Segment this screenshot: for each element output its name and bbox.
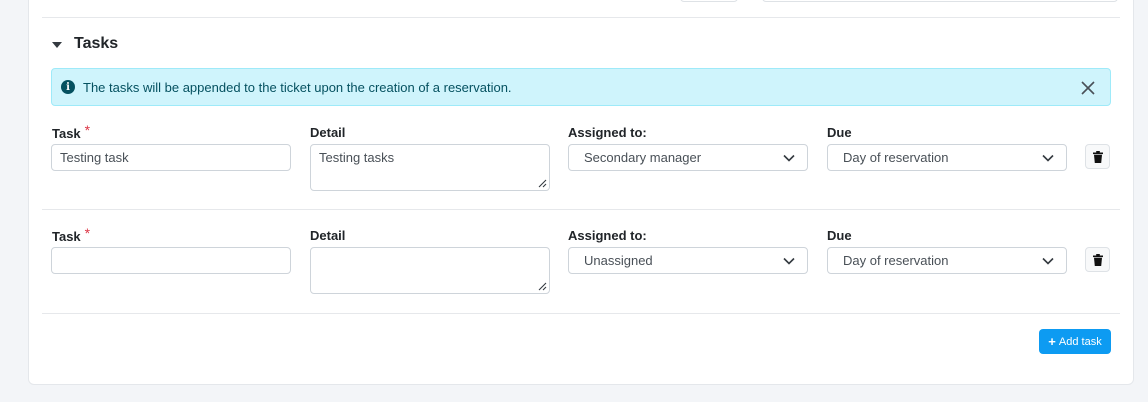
caret-down-icon [52, 41, 62, 48]
due-select[interactable]: Day of reservation [827, 144, 1067, 171]
delete-task-button[interactable] [1085, 247, 1110, 272]
resize-handle-icon[interactable] [538, 179, 547, 188]
divider [42, 17, 1120, 18]
info-icon: i [61, 80, 75, 94]
chevron-down-icon [783, 257, 795, 265]
detail-textarea[interactable]: Testing tasks [310, 144, 550, 191]
tasks-section-toggle[interactable]: Tasks [52, 34, 118, 54]
divider [42, 209, 1120, 210]
plus-icon: + [1048, 334, 1056, 349]
resize-handle-icon[interactable] [538, 282, 547, 291]
due-label: Due [827, 228, 852, 243]
chevron-down-icon [1042, 257, 1054, 265]
chevron-down-icon [783, 154, 795, 162]
required-marker: * [84, 225, 91, 241]
detail-text: Testing tasks [319, 150, 395, 165]
task-input[interactable] [51, 247, 291, 274]
divider [42, 313, 1120, 314]
detail-label: Detail [310, 125, 346, 140]
assigned-value: Secondary manager [584, 150, 702, 165]
due-value: Day of reservation [843, 253, 949, 268]
due-label: Due [827, 125, 852, 140]
section-title: Tasks [74, 35, 119, 52]
add-task-label: Add task [1058, 335, 1102, 348]
detail-label: Detail [310, 228, 346, 243]
trash-icon [1092, 150, 1103, 163]
tasks-card [28, 0, 1134, 385]
required-marker: * [84, 122, 91, 138]
assigned-select[interactable]: Secondary manager [568, 144, 808, 171]
add-task-button[interactable]: + Add task [1039, 329, 1111, 354]
info-alert: i The tasks will be appended to the tick… [51, 68, 1111, 106]
task-label: Task * [52, 225, 91, 244]
top-button[interactable] [680, 0, 738, 2]
chevron-down-icon [1042, 154, 1054, 162]
detail-textarea[interactable] [310, 247, 550, 294]
assigned-label: Assigned to: [568, 228, 647, 243]
assigned-value: Unassigned [584, 253, 653, 268]
delete-task-button[interactable] [1085, 144, 1110, 169]
alert-text: The tasks will be appended to the ticket… [83, 79, 512, 95]
trash-icon [1092, 253, 1103, 266]
assigned-label: Assigned to: [568, 125, 647, 140]
top-input[interactable] [762, 0, 1118, 2]
assigned-select[interactable]: Unassigned [568, 247, 808, 274]
close-icon[interactable] [1080, 80, 1096, 96]
task-label: Task * [52, 122, 91, 141]
due-select[interactable]: Day of reservation [827, 247, 1067, 274]
task-input[interactable]: Testing task [51, 144, 291, 171]
due-value: Day of reservation [843, 150, 949, 165]
